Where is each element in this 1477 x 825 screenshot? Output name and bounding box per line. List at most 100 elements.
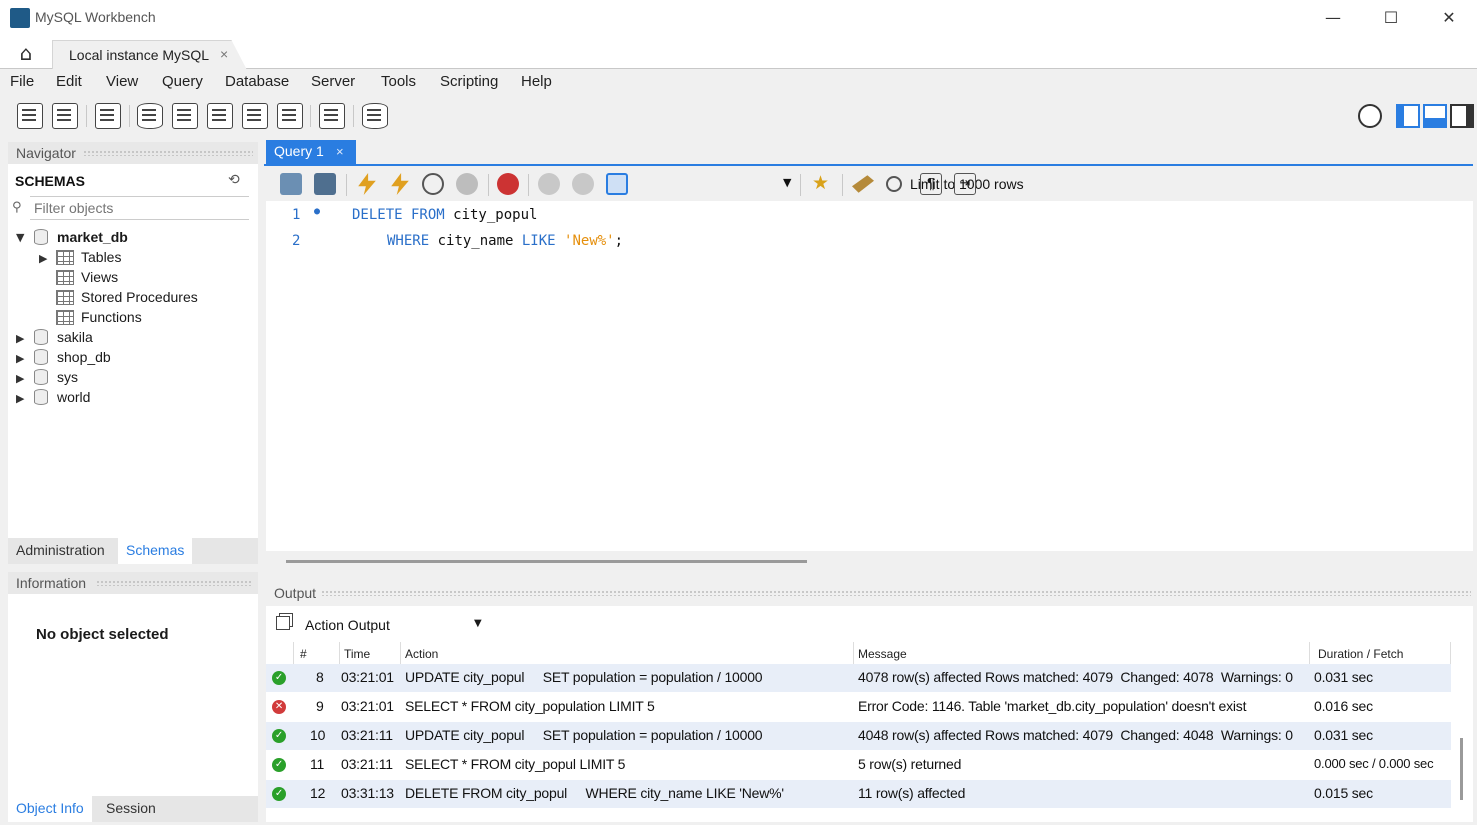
schema-shop-db[interactable]: shop_db	[57, 349, 111, 365]
new-sql-tab-icon[interactable]	[17, 103, 43, 129]
query-tab-close-icon[interactable]: ×	[336, 144, 344, 159]
create-procedure-icon[interactable]	[242, 103, 268, 129]
menu-query[interactable]: Query	[162, 73, 203, 90]
column-message[interactable]: Message	[854, 642, 1310, 664]
create-schema-icon[interactable]	[137, 103, 163, 129]
minimize-button[interactable]: —	[1310, 4, 1356, 32]
sql-editor[interactable]: 1 ● DELETE FROM city_popul 2 WHERE city_…	[266, 201, 1473, 551]
execute-current-icon[interactable]	[391, 173, 409, 195]
create-table-icon[interactable]	[172, 103, 198, 129]
find-icon[interactable]	[886, 176, 902, 192]
reconnect-icon[interactable]	[362, 103, 388, 129]
connection-tab[interactable]: Local instance MySQL ×	[52, 40, 247, 70]
output-row[interactable]: ✓ 8 03:21:01 UPDATE city_popul SET popul…	[266, 664, 1451, 692]
expand-arrow-icon[interactable]: ▶	[39, 252, 47, 265]
toggle-sidebar-icon[interactable]	[1396, 104, 1420, 128]
output-vertical-scrollbar[interactable]	[1460, 738, 1463, 800]
column-number[interactable]: #	[296, 642, 340, 664]
tab-session[interactable]: Session	[106, 800, 156, 816]
query-tab[interactable]: Query 1 ×	[266, 140, 356, 165]
row-action: DELETE FROM city_popul WHERE city_name L…	[405, 785, 784, 801]
create-view-icon[interactable]	[207, 103, 233, 129]
maximize-button[interactable]: ☐	[1368, 4, 1414, 32]
close-window-button[interactable]: ✕	[1426, 4, 1472, 32]
copy-icon[interactable]	[276, 616, 290, 630]
chevron-down-icon[interactable]: ▼	[783, 176, 791, 189]
expand-arrow-icon[interactable]: ▶	[16, 352, 24, 365]
menu-file[interactable]: File	[10, 73, 34, 90]
database-icon	[34, 349, 48, 365]
wrap-lines-icon[interactable]: ⇥	[954, 173, 976, 195]
filter-objects-input[interactable]	[30, 196, 249, 220]
home-icon[interactable]: ⌂	[6, 39, 46, 67]
schema-market-db[interactable]: market_db	[57, 229, 128, 245]
expand-arrow-icon[interactable]: ▶	[16, 372, 24, 385]
toggle-output-icon[interactable]	[1423, 104, 1447, 128]
toolbar-separator	[842, 174, 843, 196]
row-message: 5 row(s) returned	[858, 756, 962, 772]
commit-icon[interactable]	[538, 173, 560, 195]
output-row[interactable]: ✓ 12 03:31:13 DELETE FROM city_popul WHE…	[266, 780, 1451, 808]
execute-icon[interactable]	[358, 173, 376, 195]
tab-administration[interactable]: Administration	[16, 542, 105, 558]
tree-item-tables[interactable]: Tables	[81, 249, 121, 265]
rollback-icon[interactable]	[572, 173, 594, 195]
menu-edit[interactable]: Edit	[56, 73, 82, 90]
output-title: Output	[274, 585, 317, 601]
refresh-schemas-icon[interactable]: ⟲	[228, 172, 240, 188]
output-row[interactable]: ✓ 10 03:21:11 UPDATE city_popul SET popu…	[266, 722, 1451, 750]
save-icon[interactable]	[314, 173, 336, 195]
expand-arrow-icon[interactable]: ▶	[16, 392, 24, 405]
menu-server[interactable]: Server	[311, 73, 355, 90]
toggle-error-stop-icon[interactable]	[497, 173, 519, 195]
create-function-icon[interactable]	[277, 103, 303, 129]
sql-identifier: city_name	[429, 233, 522, 249]
beautify-icon[interactable]	[852, 175, 874, 193]
open-file-icon[interactable]	[280, 173, 302, 195]
tab-object-info[interactable]: Object Info	[8, 796, 92, 822]
search-icon: ⚲	[12, 200, 22, 215]
connection-tab-close-icon[interactable]: ×	[220, 46, 228, 62]
menu-scripting[interactable]: Scripting	[440, 73, 498, 90]
open-sql-script-icon[interactable]	[52, 103, 78, 129]
stop-icon[interactable]	[456, 173, 478, 195]
toggle-secondary-sidebar-icon[interactable]	[1450, 104, 1474, 128]
column-time[interactable]: Time	[340, 642, 401, 664]
schema-sakila[interactable]: sakila	[57, 329, 93, 345]
settings-icon[interactable]	[1358, 104, 1382, 128]
autocommit-icon[interactable]	[606, 173, 628, 195]
menu-bar: File Edit View Query Database Server Too…	[0, 69, 1477, 95]
schema-sys[interactable]: sys	[57, 369, 78, 385]
column-duration[interactable]: Duration / Fetch	[1310, 642, 1451, 664]
error-x-icon: ✕	[272, 700, 286, 714]
menu-help[interactable]: Help	[521, 73, 552, 90]
views-folder-icon	[56, 270, 74, 285]
menu-view[interactable]: View	[106, 73, 138, 90]
add-snippet-star-icon[interactable]: ★	[812, 172, 829, 194]
tables-folder-icon	[56, 250, 74, 265]
tab-schemas[interactable]: Schemas	[118, 538, 193, 564]
toolbar-separator	[528, 174, 529, 196]
success-check-icon: ✓	[272, 787, 286, 801]
menu-tools[interactable]: Tools	[381, 73, 416, 90]
collapse-arrow-icon[interactable]: ▼	[16, 231, 24, 244]
tree-item-stored-procedures[interactable]: Stored Procedures	[81, 289, 198, 305]
menu-database[interactable]: Database	[225, 73, 289, 90]
search-table-data-icon[interactable]	[319, 103, 345, 129]
schema-world[interactable]: world	[57, 389, 90, 405]
chevron-down-icon[interactable]: ▼	[474, 618, 482, 629]
row-number: 8	[316, 669, 324, 685]
output-row[interactable]: ✓ 11 03:21:11 SELECT * FROM city_popul L…	[266, 751, 1451, 779]
expand-arrow-icon[interactable]: ▶	[16, 332, 24, 345]
editor-horizontal-scrollbar[interactable]	[286, 560, 807, 563]
column-action[interactable]: Action	[401, 642, 854, 664]
explain-icon[interactable]	[422, 173, 444, 195]
information-tabs: Object Info Session	[8, 796, 258, 822]
invisible-characters-icon[interactable]: ¶	[920, 173, 942, 195]
output-row[interactable]: ✕ 9 03:21:01 SELECT * FROM city_populati…	[266, 693, 1451, 721]
tree-item-views[interactable]: Views	[81, 269, 118, 285]
information-panel: No object selected	[8, 594, 258, 796]
output-type-select[interactable]: Action Output	[304, 616, 488, 638]
tree-item-functions[interactable]: Functions	[81, 309, 142, 325]
inspector-icon[interactable]	[95, 103, 121, 129]
